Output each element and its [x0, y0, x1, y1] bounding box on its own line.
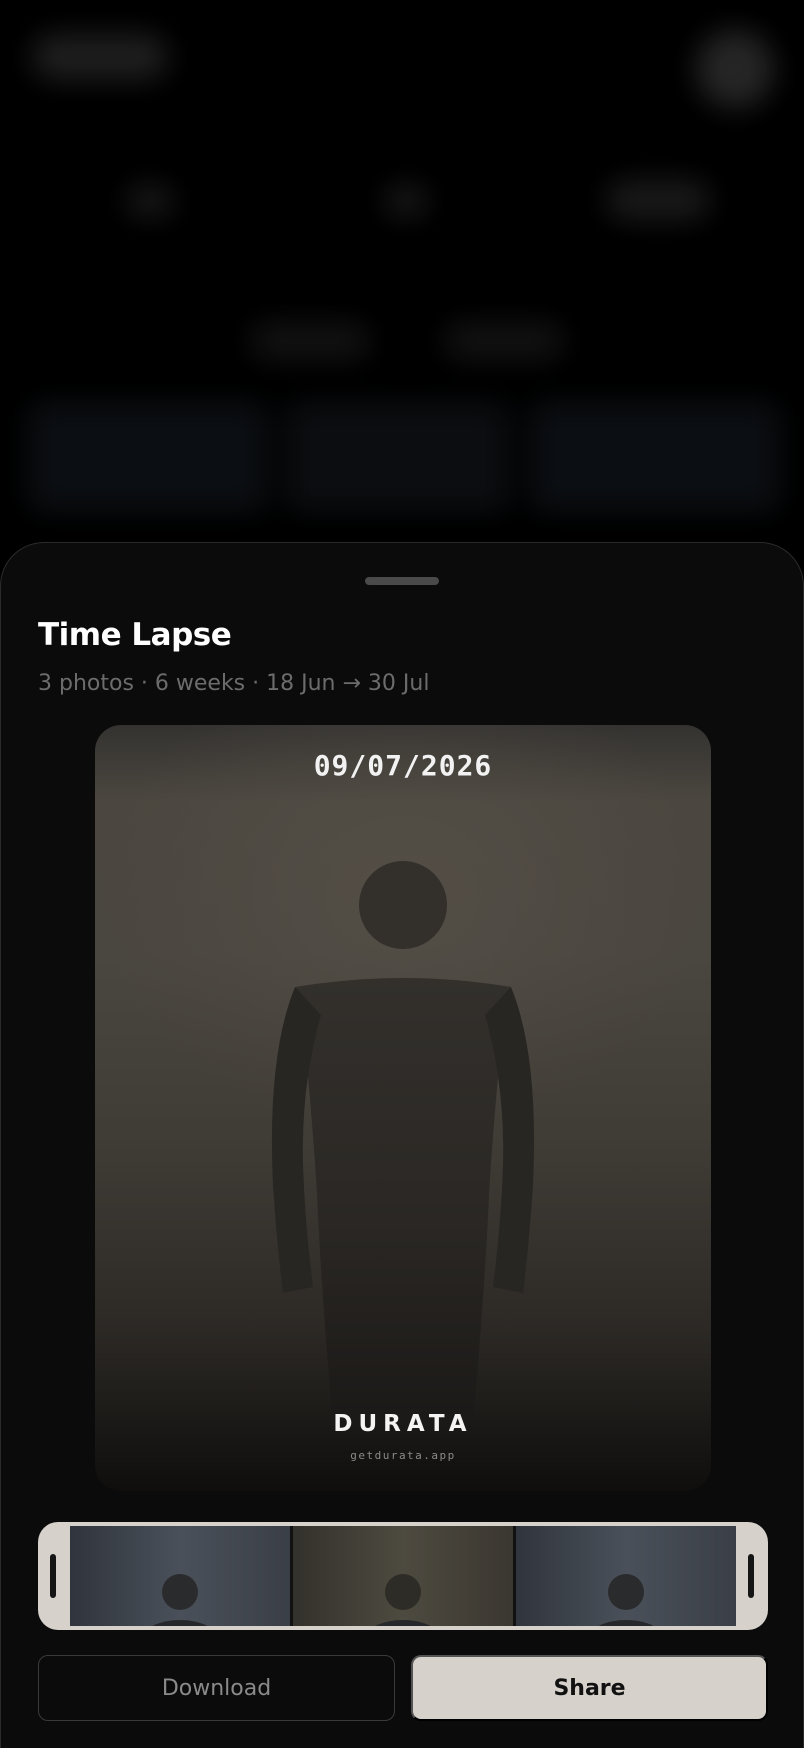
scrubber-right-handle[interactable]	[736, 1522, 768, 1630]
background-card	[286, 402, 510, 512]
brand-logo: DURATA	[333, 1411, 473, 1437]
filmstrip	[70, 1526, 736, 1626]
sheet-subtitle: 3 photos · 6 weeks · 18 Jun → 30 Jul	[38, 671, 430, 696]
background-pill	[250, 322, 370, 360]
frame-scrubber[interactable]	[38, 1522, 768, 1630]
frame-thumbnail-body	[591, 1620, 661, 1626]
background-pill	[444, 322, 564, 360]
frame-thumbnail-head	[385, 1574, 421, 1610]
filmstrip-frame[interactable]	[516, 1526, 736, 1626]
background-app	[0, 0, 804, 560]
time-lapse-preview[interactable]: 09/07/2026 DURATA getdurata.app	[95, 725, 711, 1491]
sheet-grabber[interactable]	[365, 577, 439, 585]
filmstrip-frame[interactable]	[293, 1526, 513, 1626]
brand-url: getdurata.app	[350, 1449, 456, 1462]
body-silhouette	[271, 861, 535, 1425]
sheet-title: Time Lapse	[38, 617, 232, 653]
background-stat	[606, 180, 710, 220]
background-stat	[386, 186, 426, 216]
frame-thumbnail-head	[162, 1574, 198, 1610]
frame-thumbnail-head	[608, 1574, 644, 1610]
scrubber-left-handle[interactable]	[38, 1522, 70, 1630]
background-card	[28, 402, 268, 512]
time-lapse-sheet: Time Lapse 3 photos · 6 weeks · 18 Jun →…	[0, 542, 804, 1748]
preview-date: 09/07/2026	[313, 749, 493, 782]
background-card	[530, 402, 780, 512]
filmstrip-frame[interactable]	[70, 1526, 290, 1626]
share-button[interactable]: Share	[411, 1655, 768, 1721]
frame-thumbnail-body	[368, 1620, 438, 1626]
background-stat	[128, 186, 172, 216]
frame-thumbnail-body	[145, 1620, 215, 1626]
background-logo	[32, 34, 168, 80]
background-avatar	[696, 30, 774, 108]
download-button[interactable]: Download	[38, 1655, 395, 1721]
